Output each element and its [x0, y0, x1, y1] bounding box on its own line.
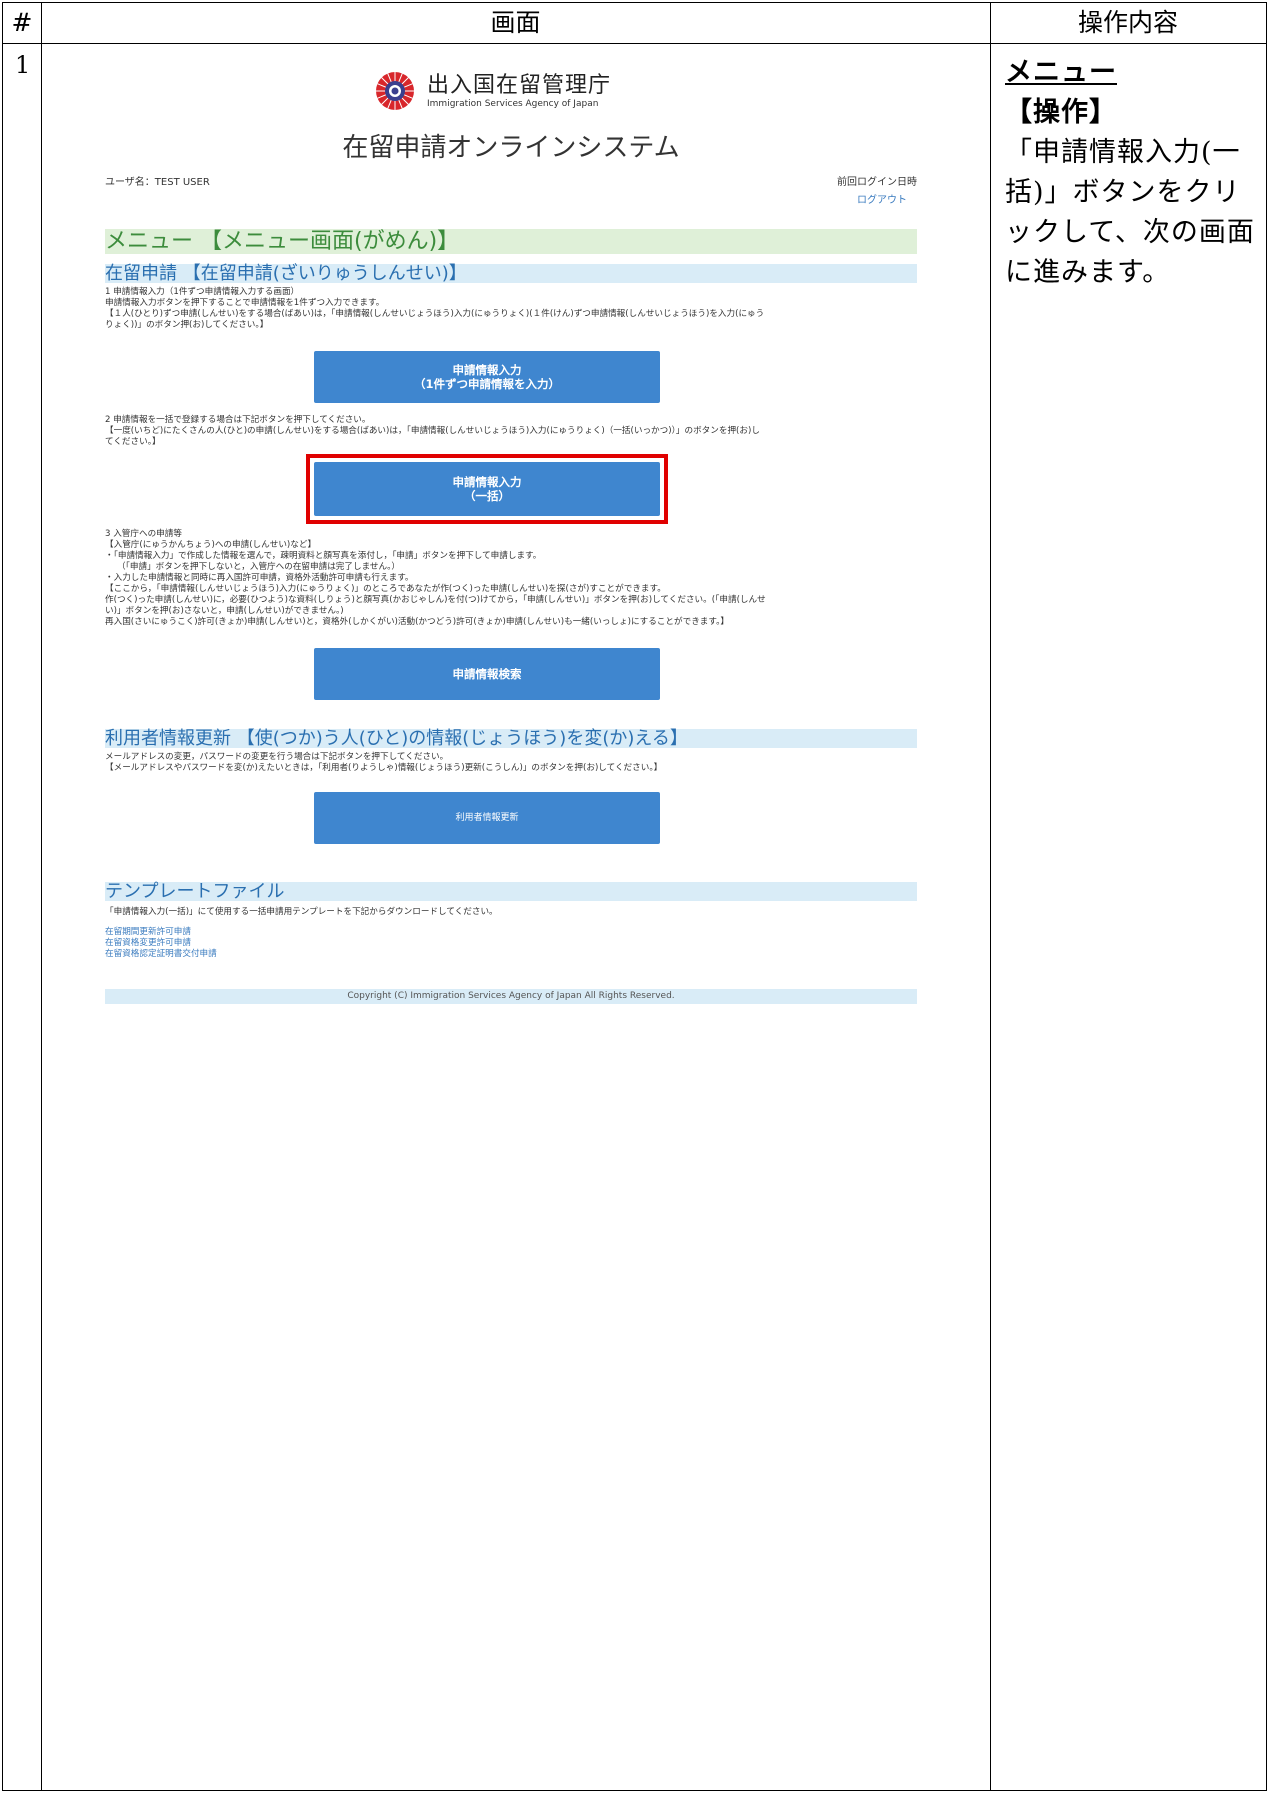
- menu-heading: メニュー 【メニュー画面(がめん)】: [105, 229, 917, 254]
- table-divider: [990, 3, 991, 1790]
- template-link-coe[interactable]: 在留資格認定証明書交付申請: [105, 947, 217, 959]
- button-label: （1件ずつ申請情報を入力）: [413, 377, 560, 391]
- user-update-heading: 利用者情報更新 【使(つか)う人(ひと)の情報(じょうほう)を変(か)える】: [105, 729, 917, 748]
- button-label: 申請情報入力: [452, 363, 522, 377]
- section2-text: 2 申請情報を一括で登録する場合は下記ボタンを押下してください。: [105, 415, 371, 425]
- header-number: #: [11, 8, 33, 37]
- section3-text: い)」ボタンを押(お)さないと，申請(しんせい)ができません。): [105, 606, 344, 616]
- button-label: 申請情報入力: [452, 475, 522, 489]
- agency-name: 出入国在留管理庁: [427, 72, 612, 98]
- apply-input-bulk-button[interactable]: 申請情報入力 （一括）: [314, 462, 660, 516]
- system-title: 在留申請オンラインシステム: [342, 133, 680, 163]
- last-login: 前回ログイン日時: [837, 177, 917, 188]
- table-header-divider: [3, 43, 1266, 44]
- section3-text: ・入力した申請情報と同時に再入国許可申請，資格外活動許可申請も行えます。: [105, 573, 414, 583]
- operation-text: 「申請情報入力(一括)」ボタンをクリックして、次の画面に進みます。: [1005, 137, 1255, 288]
- section1-text: りょく))」のボタン押(お)してください。】: [105, 320, 269, 330]
- apply-input-single-button[interactable]: 申請情報入力 （1件ずつ申請情報を入力）: [314, 351, 660, 403]
- copyright-footer: Copyright (C) Immigration Services Agenc…: [105, 989, 917, 1004]
- section2-text: 【一度(いちど)にたくさんの人(ひと)の申請(しんせい)をする場合(ばあい)は，…: [105, 426, 760, 436]
- user-info-update-button[interactable]: 利用者情報更新: [314, 792, 660, 844]
- button-label: （一括）: [464, 489, 510, 503]
- section3-text: 3 入管庁への申請等: [105, 529, 182, 539]
- header-operation: 操作内容: [1077, 8, 1178, 37]
- section2-text: てください。】: [105, 437, 161, 447]
- header-screen: 画面: [490, 8, 541, 37]
- user-name: ユーザ名：TEST USER: [105, 177, 210, 188]
- section3-text: 【ここから，「申請情報(しんせいじょうほう)入力(にゅうりょく)」のところであな…: [105, 584, 666, 594]
- button-label: 利用者情報更新: [455, 813, 519, 823]
- operation-description: メニュー 【操作】 「申請情報入力(一括)」ボタンをクリックして、次の画面に進み…: [1005, 53, 1263, 293]
- logout-link[interactable]: ログアウト: [857, 191, 907, 206]
- agency-header: 出入国在留管理庁 Immigration Services Agency of …: [375, 69, 611, 113]
- agency-emblem-icon: [376, 72, 414, 110]
- user-update-text: 【メールアドレスやパスワードを変(か)えたいときは，「利用者(りようしゃ)情報(…: [105, 763, 663, 773]
- table-divider: [41, 3, 42, 1790]
- template-heading: テンプレートファイル: [105, 882, 917, 901]
- section1-text: 1 申請情報入力（1件ずつ申請情報入力する画面）: [105, 287, 300, 297]
- operation-label: 【操作】: [1005, 97, 1117, 128]
- instruction-table: # 画面 操作内容 1 メニュー 【操作】 「申請情報入力(一括)」ボタンをクリ…: [2, 2, 1267, 1791]
- section1-text: 申請情報入力ボタンを押下することで申請情報を1件ずつ入力できます。: [105, 298, 385, 308]
- row-number: 1: [15, 51, 31, 79]
- template-text: 「申請情報入力(一括)」にて使用する一括申請用テンプレートを下記からダウンロード…: [105, 907, 498, 917]
- section1-text: 【１人(ひとり)ずつ申請(しんせい)をする場合(ばあい)は，「申請情報(しんせい…: [105, 309, 765, 319]
- section3-text: ・「申請情報入力」で作成した情報を選んで，疎明資料と顔写真を添付し，「申請」ボタ…: [105, 551, 542, 561]
- agency-name-english: Immigration Services Agency of Japan: [427, 98, 599, 109]
- section3-text: 作(つく)った申請(しんせい)に，必要(ひつよう)な資料(しりょう)と顔写真(か…: [105, 595, 766, 605]
- operation-title: メニュー: [1005, 57, 1117, 88]
- button-label: 申請情報検索: [452, 667, 522, 681]
- user-update-text: メールアドレスの変更，パスワードの変更を行う場合は下記ボタンを押下してください。: [105, 752, 449, 762]
- application-search-button[interactable]: 申請情報検索: [314, 648, 660, 700]
- section3-text: （「申請」ボタンを押下しないと，入管庁への在留申請は完了しません。）: [117, 562, 400, 572]
- section3-text: 【入管庁(にゅうかんちょう)への申請(しんせい)など】: [105, 540, 317, 550]
- section3-text: 再入国(さいにゅうこく)許可(きょか)申請(しんせい)と，資格外(しかくがい)活…: [105, 617, 730, 627]
- zairyu-heading: 在留申請 【在留申請(ざいりゅうしんせい)】: [105, 264, 917, 283]
